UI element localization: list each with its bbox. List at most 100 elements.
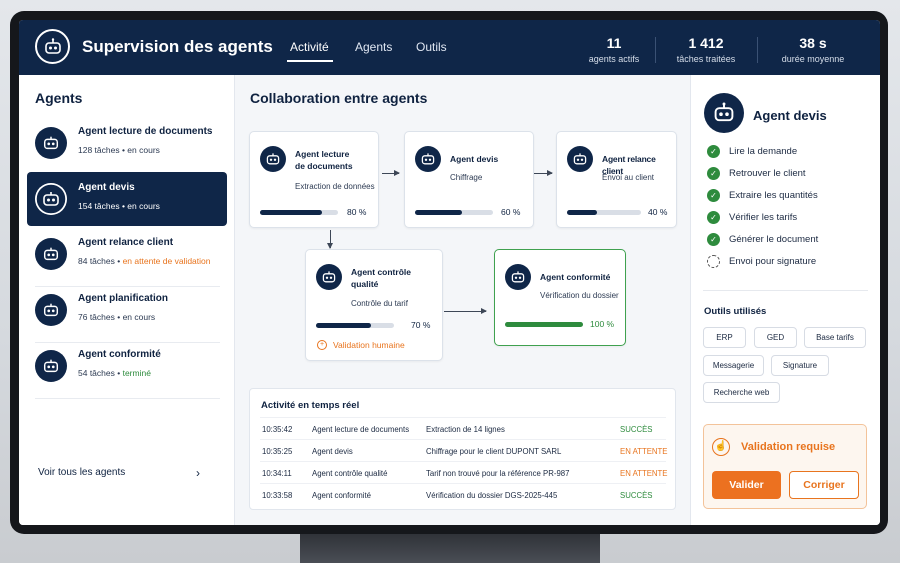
tool-tag-base-tarifs[interactable]: Base tarifs [804, 327, 866, 348]
robot-avatar-icon [704, 93, 744, 133]
stat-duree-moyenne: 38 s durée moyenne [775, 35, 851, 64]
agent-item-devis[interactable]: Agent devis 154 tâches • en cours [27, 172, 227, 226]
progress-percent: 60 % [501, 207, 521, 217]
nav-tab-outils[interactable]: Outils [416, 40, 447, 54]
agent-name: Agent devis [78, 182, 135, 193]
node-subtitle: Contrôle du tarif [351, 299, 408, 308]
robot-avatar-icon [35, 238, 67, 270]
agent-tasks: 54 tâches [78, 368, 115, 378]
tool-tag-recherche-web[interactable]: Recherche web [703, 382, 780, 403]
tool-tag-messagerie[interactable]: Messagerie [703, 355, 764, 376]
agent-tasks: 154 tâches [78, 201, 120, 211]
table-row[interactable]: 10:35:42 Agent lecture de documents Extr… [260, 417, 666, 439]
active-tab-indicator [287, 60, 333, 62]
progress-fill [316, 323, 371, 328]
table-row[interactable]: 10:33:58 Agent conformité Vérification d… [260, 483, 666, 505]
agent-meta: 154 tâches • en cours [78, 201, 160, 211]
table-row[interactable]: 10:34:11 Agent contrôle qualité Tarif no… [260, 461, 668, 483]
progress-percent: 70 % [411, 320, 431, 330]
agent-name: Agent conformité [78, 349, 161, 360]
correct-button[interactable]: Corriger [789, 471, 859, 499]
flow-node-conformite[interactable]: Agent conformité Vérification du dossier… [494, 249, 626, 346]
node-subtitle: Envoi au client [602, 173, 655, 182]
app-title: Supervision des agents [82, 37, 273, 56]
agent-item-lecture-documents[interactable]: Agent lecture de documents 128 tâches • … [27, 116, 227, 170]
activity-agent: Agent lecture de documents [312, 425, 410, 434]
step-label: Vérifier les tarifs [729, 212, 798, 224]
agent-item-conformite[interactable]: Agent conformité 54 tâches • terminé [27, 339, 227, 393]
agents-sidebar: Agents Agent lecture de documents 128 tâ… [19, 75, 235, 525]
chevron-right-icon[interactable]: › [196, 466, 200, 480]
agent-detail-panel: Agent devis ✓ Lire la demande ✓ Retrouver … [690, 75, 880, 525]
validation-title: Validation requise [741, 441, 836, 453]
agent-tasks: 128 tâches [78, 145, 120, 155]
robot-avatar-icon [567, 146, 593, 172]
app-screen: Supervision des agents Activité Agents O… [19, 20, 880, 525]
stat-taches-traitees: 1 412 tâches traitées [670, 35, 742, 64]
robot-logo-icon [35, 29, 70, 64]
activity-status: EN ATTENTE [620, 447, 668, 456]
agent-meta: 76 tâches • en cours [78, 312, 156, 322]
nav-tab-activite[interactable]: Activité [290, 40, 329, 54]
robot-avatar-icon [415, 146, 441, 172]
activity-title: Activité en temps réel [261, 400, 360, 411]
progress-bar [505, 322, 583, 327]
activity-time: 10:35:25 [262, 447, 293, 456]
step-label: Lire la demande [729, 146, 798, 158]
detail-agent-title: Agent devis [753, 108, 827, 123]
nav-tab-agents[interactable]: Agents [355, 40, 392, 54]
activity-action: Vérification du dossier DGS-2025-445 [426, 491, 558, 500]
progress-percent: 40 % [648, 207, 668, 217]
tool-tag-ged[interactable]: GED [754, 327, 797, 348]
node-subtitle: Chiffrage [450, 173, 483, 182]
stat-value: 38 s [799, 35, 827, 51]
progress-bar [316, 323, 394, 328]
activity-status: SUCCÈS [620, 491, 653, 500]
stat-label: tâches traitées [676, 54, 736, 64]
stat-value: 1 412 [688, 35, 724, 51]
progress-fill [415, 210, 462, 215]
divider [655, 37, 656, 63]
agent-item-planification[interactable]: Agent planification 76 tâches • en cours [27, 283, 227, 337]
activity-agent: Agent devis [312, 447, 353, 456]
agent-name: Agent relance client [78, 237, 174, 248]
progress-fill [567, 210, 597, 215]
robot-avatar-icon [35, 127, 67, 159]
node-name-line2: qualité [351, 279, 379, 289]
human-validation-icon: + [317, 340, 327, 350]
table-row[interactable]: 10:35:25 Agent devis Chiffrage pour le c… [260, 439, 668, 461]
tool-tag-erp[interactable]: ERP [703, 327, 746, 348]
tool-tag-signature[interactable]: Signature [771, 355, 829, 376]
collaboration-title: Collaboration entre agents [250, 90, 428, 106]
divider [757, 37, 758, 63]
flow-node-lecture-documents[interactable]: Agent lecture de documents Extraction de … [249, 131, 379, 228]
flow-node-devis[interactable]: Agent devis Chiffrage 60 % [404, 131, 534, 228]
progress-bar [260, 210, 338, 215]
approve-button[interactable]: Valider [712, 471, 781, 499]
agent-meta: 54 tâches • terminé [78, 368, 151, 378]
check-icon: ✓ [707, 233, 720, 246]
pending-circle-icon: · [707, 255, 720, 268]
robot-avatar-icon [35, 350, 67, 382]
stat-value: 11 [606, 35, 622, 51]
divider [703, 290, 868, 291]
step-label: Retrouver le client [729, 168, 806, 180]
node-name-line2: de documents [295, 161, 353, 171]
agent-status: en attente de validation [122, 256, 211, 266]
agent-status: en cours [127, 201, 160, 211]
collaboration-panel: Collaboration entre agents Agent lecture… [236, 75, 689, 525]
node-subtitle: Extraction de données [295, 182, 375, 191]
check-icon: ✓ [707, 189, 720, 202]
activity-status: EN ATTENTE [620, 469, 668, 478]
progress-fill [260, 210, 323, 215]
activity-action: Chiffrage pour le client DUPONT SARL [426, 447, 562, 456]
see-all-agents-link[interactable]: Voir tous les agents [38, 467, 125, 478]
agent-name: Agent planification [78, 293, 168, 304]
step-item: ✓ Lire la demande [707, 145, 797, 158]
agent-item-relance-client[interactable]: Agent relance client 84 tâches • en atte… [27, 227, 227, 281]
flow-node-relance-client[interactable]: Agent relance client Envoi au client 40 … [556, 131, 677, 228]
node-name: Agent devis [450, 154, 499, 164]
step-item: ✓ Vérifier les tarifs [707, 211, 797, 224]
agent-meta: 128 tâches • en cours [78, 145, 160, 155]
activity-agent: Agent contrôle qualité [312, 469, 388, 478]
